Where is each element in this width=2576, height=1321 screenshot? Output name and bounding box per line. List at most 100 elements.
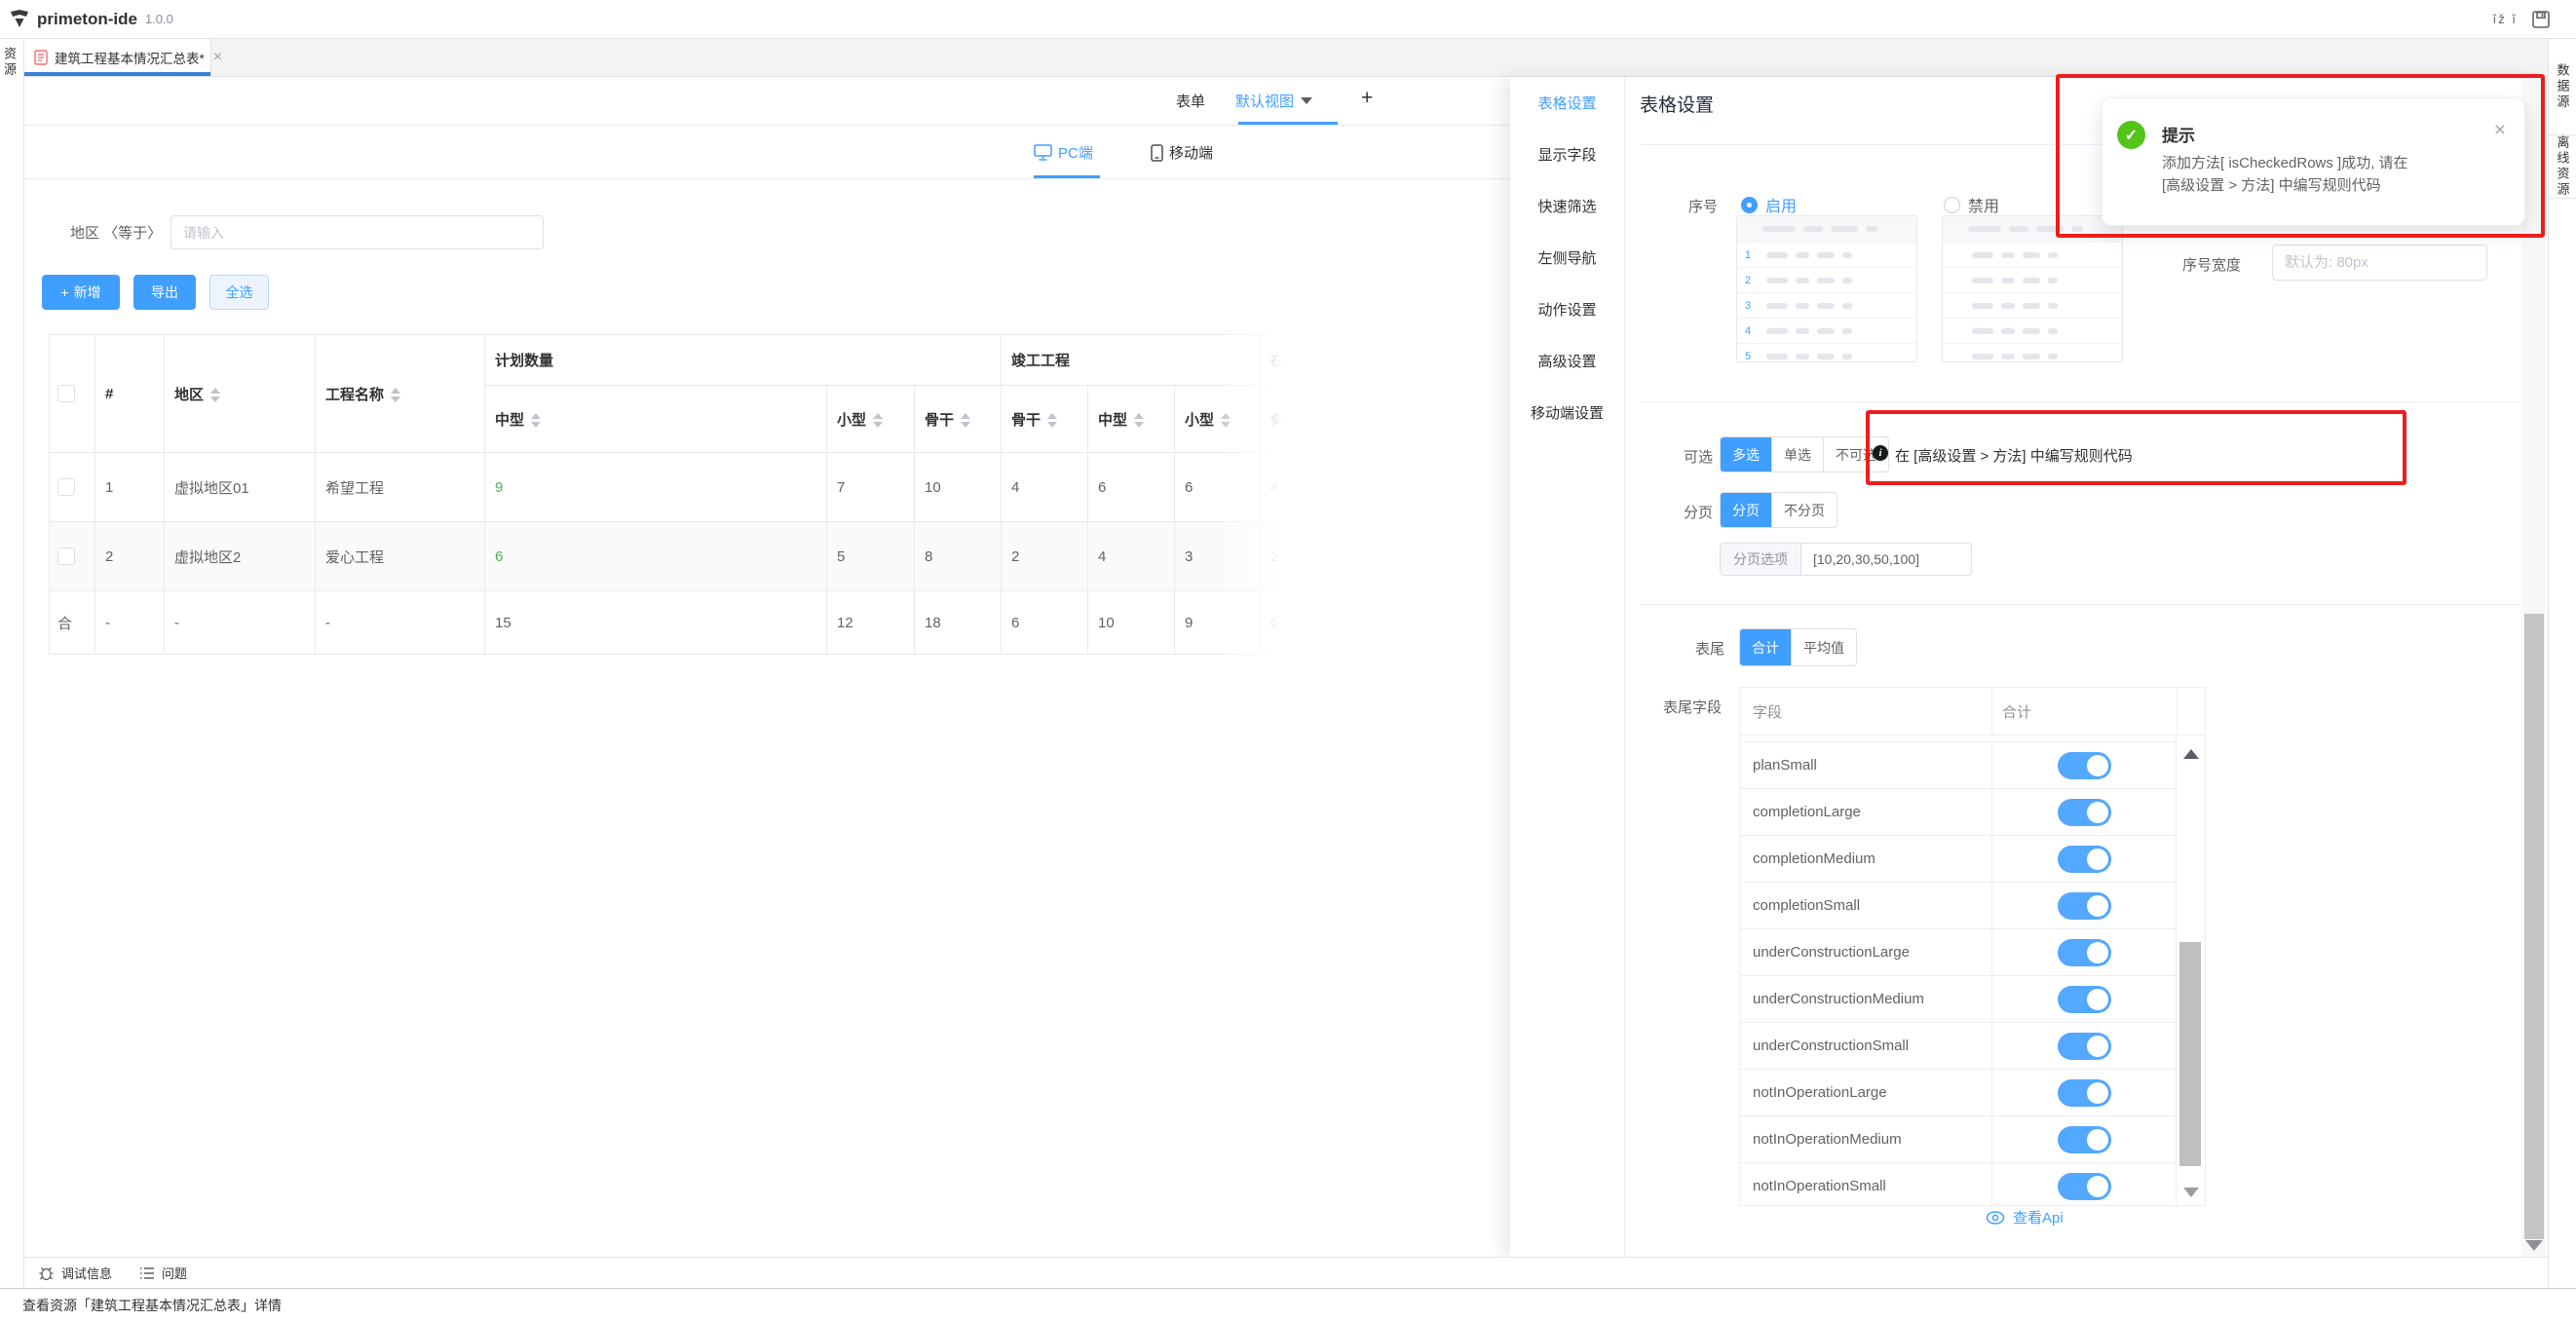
sort-icon[interactable] <box>1134 413 1144 428</box>
subcolumn-backbone[interactable]: 骨干 <box>1261 386 1282 453</box>
field-toggle-on[interactable] <box>2058 799 2111 826</box>
tab-close-icon[interactable]: × <box>213 49 222 66</box>
page-size-options: 分页选项 [10,20,30,50,100] <box>1720 543 1972 576</box>
field-toggle-on[interactable] <box>2058 752 2111 779</box>
not-paged-option[interactable]: 不分页 <box>1771 493 1837 527</box>
field-toggle-on[interactable] <box>2058 939 2111 966</box>
editor-tab-active[interactable]: 建筑工程基本情况汇总表* × <box>24 39 211 76</box>
problems-tab[interactable]: 问题 <box>139 1264 187 1282</box>
subcolumn-small[interactable]: 小型 <box>827 386 915 453</box>
viewbar-divider <box>24 125 1511 126</box>
add-row-button[interactable]: + 新增 <box>42 275 120 310</box>
add-view-button[interactable]: + <box>1361 87 1373 110</box>
problems-label: 问题 <box>162 1264 187 1282</box>
nav-item-left-nav[interactable]: 左侧导航 <box>1510 232 1624 283</box>
select-all-checkbox[interactable] <box>57 385 75 402</box>
field-toggle-on[interactable] <box>2058 1079 2111 1107</box>
inner-scrollbar[interactable] <box>2176 736 2205 1205</box>
field-toggle-on[interactable] <box>2058 1126 2111 1153</box>
field-column-header: 字段 <box>1740 688 1991 735</box>
subcolumn-medium[interactable]: 中型 <box>1088 386 1175 453</box>
row-checkbox[interactable] <box>57 478 75 496</box>
footer-cell: - <box>95 591 165 655</box>
field-toggle-on[interactable] <box>2058 1033 2111 1060</box>
footer-fields-label: 表尾字段 <box>1663 697 1722 717</box>
cell-region: 虚拟地区01 <box>165 453 316 522</box>
paged-option[interactable]: 分页 <box>1721 493 1771 527</box>
panel-scrollbar[interactable] <box>2521 77 2547 1257</box>
sequence-width-input[interactable] <box>2272 245 2487 281</box>
plus-icon: + <box>60 284 68 300</box>
table-footer-row: 合 - - - 15 12 18 6 10 9 6 <box>50 591 1282 655</box>
footer-fields-table: 字段 合计 planSmall completionLarge completi… <box>1739 687 2206 1206</box>
enable-label: 启用 <box>1765 193 1797 216</box>
single-select-option[interactable]: 单选 <box>1771 437 1823 472</box>
cell-value: 9 <box>485 453 827 522</box>
close-icon[interactable]: × <box>2494 120 2506 140</box>
column-header-index[interactable]: # <box>95 335 165 453</box>
field-toggle-on[interactable] <box>2058 1173 2111 1200</box>
sort-icon[interactable] <box>210 388 220 402</box>
bug-icon <box>38 1264 55 1281</box>
column-header-region[interactable]: 地区 <box>165 335 316 453</box>
sort-icon[interactable] <box>961 413 970 428</box>
multi-select-option[interactable]: 多选 <box>1721 437 1771 472</box>
sidebar-item-offline-resources[interactable]: 离线资源 <box>2549 135 2576 199</box>
nav-item-quick-filter[interactable]: 快速筛选 <box>1510 180 1624 232</box>
success-toast: ✓ 提示 × 添加方法[ isCheckedRows ]成功, 请在 [高级设置… <box>2102 97 2525 226</box>
sum-option[interactable]: 合计 <box>1740 629 1791 665</box>
tab-default-view[interactable]: 默认视图 <box>1235 91 1312 111</box>
subcolumn-small[interactable]: 小型 <box>1175 386 1261 453</box>
divider <box>1640 604 2523 605</box>
sidebar-item-resources[interactable]: 资源 <box>5 47 19 78</box>
pagination-label: 分页 <box>1684 502 1713 522</box>
sort-icon[interactable] <box>391 388 400 402</box>
debug-info-tab[interactable]: 调试信息 <box>38 1264 112 1282</box>
scrollbar-thumb[interactable] <box>2524 614 2544 1239</box>
view-api-link[interactable]: 查看Api <box>1986 1207 2064 1227</box>
tab-form[interactable]: 表单 <box>1176 91 1205 111</box>
nav-item-mobile-settings[interactable]: 移动端设置 <box>1510 387 1624 438</box>
titlebar-glyph-icons[interactable]: îž î <box>2493 12 2518 26</box>
tab-pc[interactable]: PC端 <box>1034 142 1093 163</box>
footer-cell: 12 <box>827 591 915 655</box>
page-size-options-input[interactable]: [10,20,30,50,100] <box>1801 544 1971 575</box>
scroll-up-icon[interactable] <box>2183 749 2199 759</box>
scroll-down-icon[interactable] <box>2525 1240 2543 1251</box>
export-button[interactable]: 导出 <box>133 275 196 310</box>
field-name: notInOperationLarge <box>1740 1070 1991 1115</box>
field-toggle-on[interactable] <box>2058 892 2111 920</box>
sort-icon[interactable] <box>1047 413 1057 428</box>
nav-item-table-settings[interactable]: 表格设置 <box>1510 77 1624 129</box>
footer-fields-header: 字段 合计 <box>1740 688 2205 736</box>
field-toggle-on[interactable] <box>2058 846 2111 873</box>
field-toggle-on[interactable] <box>2058 986 2111 1013</box>
subcolumn-backbone[interactable]: 骨干 <box>1002 386 1088 453</box>
sort-icon[interactable] <box>1221 413 1231 428</box>
selectable-label: 可选 <box>1684 446 1713 467</box>
row-checkbox[interactable] <box>57 547 75 565</box>
nav-item-action-settings[interactable]: 动作设置 <box>1510 283 1624 335</box>
select-all-button[interactable]: 全选 <box>209 275 269 310</box>
toast-message-line1: 添加方法[ isCheckedRows ]成功, 请在 <box>2162 155 2408 171</box>
tab-mobile[interactable]: 移动端 <box>1151 142 1213 163</box>
subcolumn-backbone[interactable]: 骨干 <box>915 386 1002 453</box>
sequence-disabled-preview <box>1942 215 2123 362</box>
cell-region: 虚拟地区2 <box>165 522 316 591</box>
scroll-down-icon[interactable] <box>2183 1188 2199 1197</box>
sidebar-item-datasource[interactable]: 数据源 <box>2549 39 2576 135</box>
filter-input[interactable] <box>170 215 544 249</box>
footer-cell: 6 <box>1261 591 1282 655</box>
subcolumn-medium[interactable]: 中型 <box>485 386 827 453</box>
sequence-disable-radio[interactable]: 禁用 <box>1944 193 1999 216</box>
sequence-enable-radio[interactable]: 启用 <box>1741 193 1797 216</box>
column-header-project[interactable]: 工程名称 <box>316 335 485 453</box>
cell-value: 6 <box>1088 453 1175 522</box>
nav-item-display-fields[interactable]: 显示字段 <box>1510 129 1624 180</box>
sort-icon[interactable] <box>531 413 541 428</box>
scrollbar-thumb[interactable] <box>2179 942 2201 1166</box>
average-option[interactable]: 平均值 <box>1791 629 1856 665</box>
save-icon[interactable] <box>2531 10 2551 29</box>
nav-item-advanced-settings[interactable]: 高级设置 <box>1510 335 1624 387</box>
sort-icon[interactable] <box>873 413 883 428</box>
